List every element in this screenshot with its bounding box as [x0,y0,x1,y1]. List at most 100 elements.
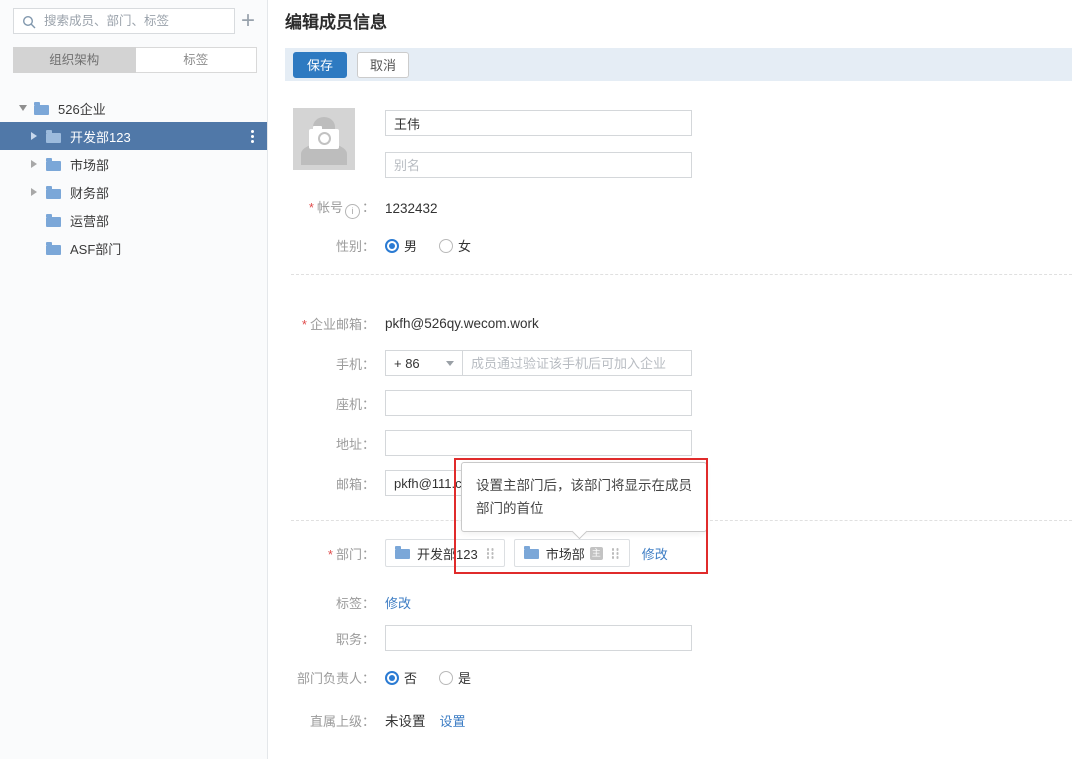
avatar-row [293,108,1081,178]
dept-leader-row: 部门负责人： 否 是 [285,668,1081,687]
supervisor-label: 直属上级： [285,711,375,730]
folder-icon [46,133,61,143]
add-button[interactable]: + [235,8,261,34]
gender-label: 性别： [285,236,375,255]
drag-handle-icon[interactable] [487,547,495,559]
search-box[interactable] [13,8,235,34]
landline-row: 座机： [285,390,1081,416]
tooltip-text: 设置主部门后，该部门将显示在成员部门的首位 [476,478,692,516]
landline-label: 座机： [285,394,375,413]
section-divider [291,274,1072,275]
camera-icon [309,129,339,149]
name-fields [385,108,692,178]
gender-female-label: 女 [458,236,471,255]
folder-icon [46,161,61,171]
info-icon[interactable]: i [345,204,360,219]
position-input[interactable] [385,625,692,651]
gender-male-radio[interactable] [385,239,399,253]
folder-icon [46,189,61,199]
email-label: 邮箱： [285,474,375,493]
gender-female-radio[interactable] [439,239,453,253]
search-row: + [13,8,261,34]
leader-no-radio[interactable] [385,671,399,685]
tree-item-label: 526企业 [58,99,106,118]
required-mark: * [302,317,307,332]
chevron-down-icon[interactable] [19,105,34,111]
member-form: *帐号i： 1232432 性别： 男 女 [269,108,1081,730]
tree-item-label: 开发部123 [70,127,131,146]
tree-item-label: ASF部门 [70,239,121,258]
leader-yes-radio[interactable] [439,671,453,685]
supervisor-row: 直属上级： 未设置 设置 [285,710,1081,730]
corp-email-value: pkfh@526qy.wecom.work [385,316,539,331]
primary-dept-tooltip: 设置主部门后，该部门将显示在成员部门的首位 [461,462,707,532]
alias-input[interactable] [385,152,692,178]
folder-icon [46,245,61,255]
chevron-right-icon[interactable] [31,132,46,140]
supervisor-value: 未设置 [385,710,426,730]
address-row: 地址： [285,430,1081,456]
tree-item-label: 市场部 [70,155,109,174]
search-icon [22,15,36,29]
folder-icon [395,549,410,559]
cancel-button[interactable]: 取消 [357,52,409,78]
primary-dept-badge: 主 [590,547,603,560]
gender-male-label: 男 [404,236,417,255]
mobile-row: 手机： + 86 [285,350,1081,376]
account-row: *帐号i： 1232432 [285,197,1081,219]
tree-item-company[interactable]: 526企业 [0,94,267,122]
main-panel: 编辑成员信息 保存 取消 *帐号i： [269,0,1081,759]
tree-item-label: 财务部 [70,183,109,202]
tree-item-dev-dept[interactable]: 开发部123 [0,122,267,150]
toolbar: 保存 取消 [285,48,1072,81]
leader-yes-label: 是 [458,668,471,687]
department-modify-link[interactable]: 修改 [642,544,668,563]
landline-input[interactable] [385,390,692,416]
org-tree: 526企业 开发部123 市场部 财务部 运营部 [0,94,267,262]
app-window: + 组织架构 标签 526企业 开发部123 市场部 [0,0,1081,759]
gender-row: 性别： 男 女 [285,236,1081,255]
folder-icon [34,105,49,115]
address-input[interactable] [385,430,692,456]
mobile-label: 手机： [285,354,375,373]
account-label: *帐号i： [285,197,375,219]
country-code-select[interactable]: + 86 [385,350,463,376]
corp-email-label: *企业邮箱： [285,314,375,333]
address-label: 地址： [285,434,375,453]
department-chip-market[interactable]: 市场部 主 [514,539,630,567]
tree-item-finance-dept[interactable]: 财务部 [0,178,267,206]
mobile-input[interactable] [462,350,692,376]
name-input[interactable] [385,110,692,136]
avatar-upload[interactable] [293,108,355,170]
chevron-right-icon[interactable] [31,160,46,168]
leader-no-label: 否 [404,668,417,687]
required-mark: * [309,200,314,215]
corp-email-row: *企业邮箱： pkfh@526qy.wecom.work [285,314,1081,333]
tree-item-label: 运营部 [70,211,109,230]
folder-icon [46,217,61,227]
chevron-right-icon[interactable] [31,188,46,196]
department-row: *部门： 开发部123 市场部 主 修改 [285,539,1081,567]
drag-handle-icon[interactable] [612,547,620,559]
dept-leader-label: 部门负责人： [285,668,375,687]
more-options-icon[interactable] [251,130,254,133]
tree-item-asf-dept[interactable]: ASF部门 [0,234,267,262]
tree-item-market-dept[interactable]: 市场部 [0,150,267,178]
tab-org-structure[interactable]: 组织架构 [13,47,136,73]
department-label: *部门： [285,544,375,563]
tags-label: 标签： [285,593,375,612]
dropdown-arrow-icon [446,361,454,366]
search-input[interactable] [42,13,216,29]
tags-modify-link[interactable]: 修改 [385,593,411,612]
save-button[interactable]: 保存 [293,52,347,78]
org-sidebar: + 组织架构 标签 526企业 开发部123 市场部 [0,0,268,759]
position-label: 职务： [285,629,375,648]
required-mark: * [328,547,333,562]
folder-icon [524,549,539,559]
department-chip-dev[interactable]: 开发部123 [385,539,505,567]
tree-item-operations-dept[interactable]: 运营部 [0,206,267,234]
supervisor-set-link[interactable]: 设置 [440,711,466,730]
tab-labels[interactable]: 标签 [136,47,258,73]
position-row: 职务： [285,625,1081,651]
page-title: 编辑成员信息 [285,12,1081,34]
